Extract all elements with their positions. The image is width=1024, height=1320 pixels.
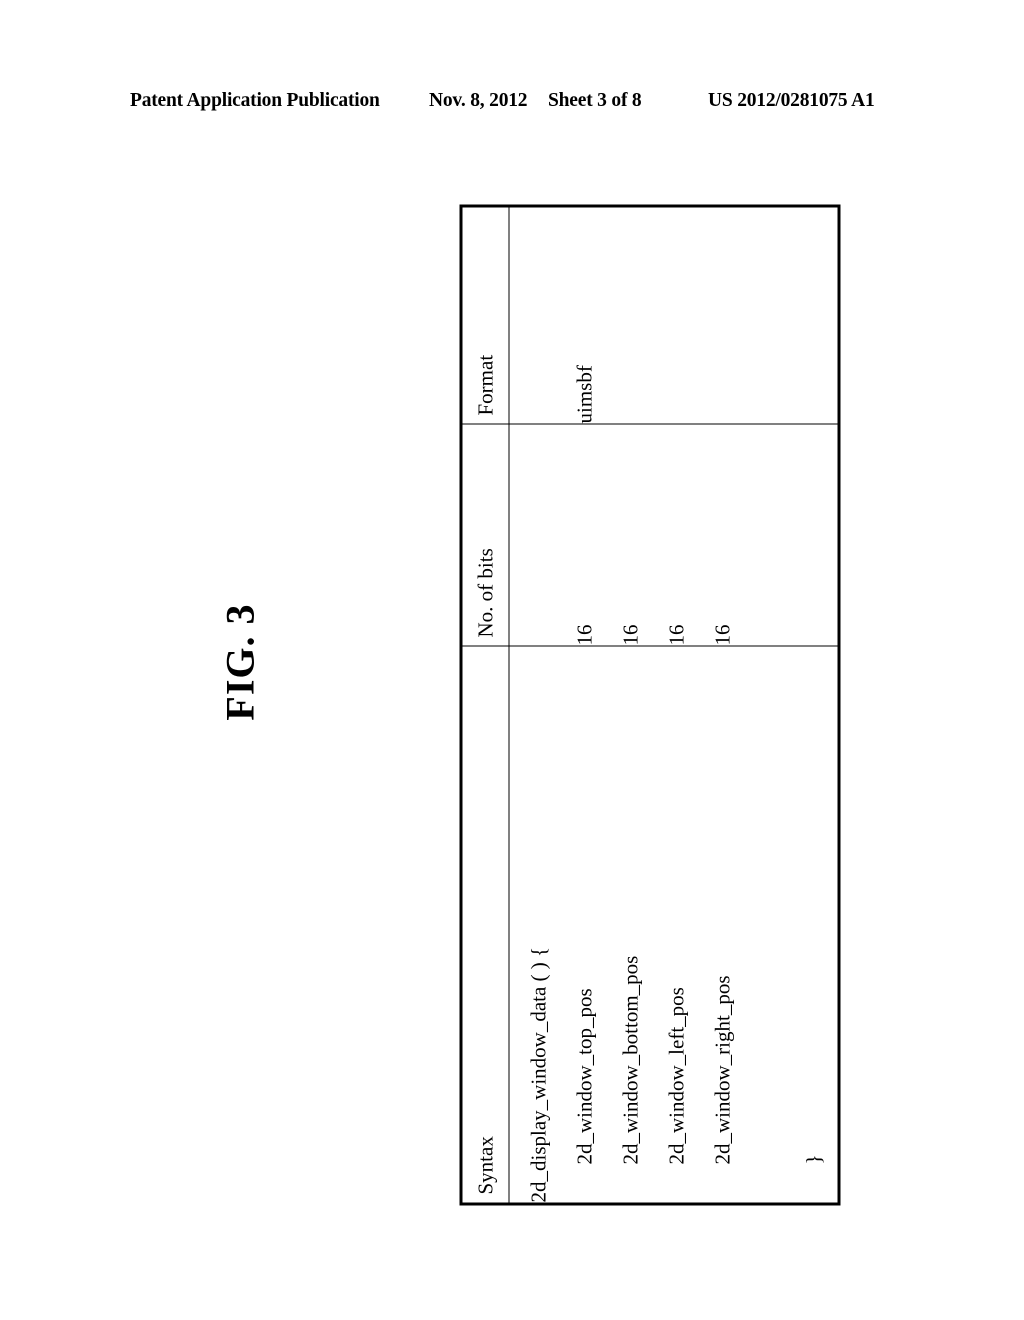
table-row: } [791, 205, 839, 1204]
cell-bits [509, 423, 563, 646]
cell-format [608, 205, 654, 424]
page-header: Patent Application Publication Nov. 8, 2… [0, 84, 1024, 118]
cell-syntax-closing-brace: } [791, 645, 839, 1204]
figure-label: FIG. 3 [160, 582, 320, 742]
table-head: Syntax No. of bits Format [461, 205, 509, 1204]
figure-label-text: FIG. 3 [217, 603, 263, 721]
cell-bits [791, 423, 839, 646]
table-row: 2d_window_bottom_pos 16 [608, 205, 654, 1204]
header-sheet-number: Sheet 3 of 8 [548, 90, 642, 111]
header-document-number: US 2012/0281075 A1 [708, 90, 875, 111]
header-publication-label: Patent Application Publication [130, 90, 380, 111]
table-row: 2d_display_window_data ( ) { [509, 205, 563, 1204]
cell-syntax: 2d_window_left_pos [653, 645, 700, 1204]
cell-format [509, 205, 563, 424]
cell-bits: 16 [699, 423, 746, 646]
column-header-syntax: Syntax [461, 645, 509, 1204]
column-header-format: Format [461, 205, 509, 424]
table-row: 2d_window_left_pos 16 [653, 205, 700, 1204]
cell-bits-empty [745, 423, 792, 646]
cell-syntax: 2d_window_top_pos [562, 645, 609, 1204]
column-header-no-of-bits: No. of bits [461, 423, 509, 646]
cell-syntax: 2d_window_bottom_pos [608, 645, 654, 1204]
syntax-table: Syntax No. of bits Format 2d_display_win… [459, 204, 841, 1205]
cell-format-empty [745, 205, 792, 424]
table-row: 2d_window_top_pos 16 uimsbf [562, 205, 609, 1204]
cell-syntax: 2d_window_right_pos [699, 645, 746, 1204]
cell-bits: 16 [608, 423, 654, 646]
cell-format [699, 205, 746, 424]
table-row: 2d_window_right_pos 16 [699, 205, 746, 1204]
cell-syntax-empty [745, 645, 792, 1204]
syntax-table-container: Syntax No. of bits Format 2d_display_win… [459, 204, 841, 1205]
cell-format [653, 205, 700, 424]
table-spacer-row [745, 205, 792, 1204]
cell-syntax: 2d_display_window_data ( ) { [509, 645, 563, 1204]
cell-bits: 16 [653, 423, 700, 646]
cell-format [791, 205, 839, 424]
table-header-row: Syntax No. of bits Format [461, 205, 509, 1204]
cell-format: uimsbf [562, 205, 609, 424]
header-date: Nov. 8, 2012 [429, 90, 528, 111]
cell-bits: 16 [562, 423, 609, 646]
table-body: 2d_display_window_data ( ) { 2d_window_t… [509, 205, 839, 1204]
